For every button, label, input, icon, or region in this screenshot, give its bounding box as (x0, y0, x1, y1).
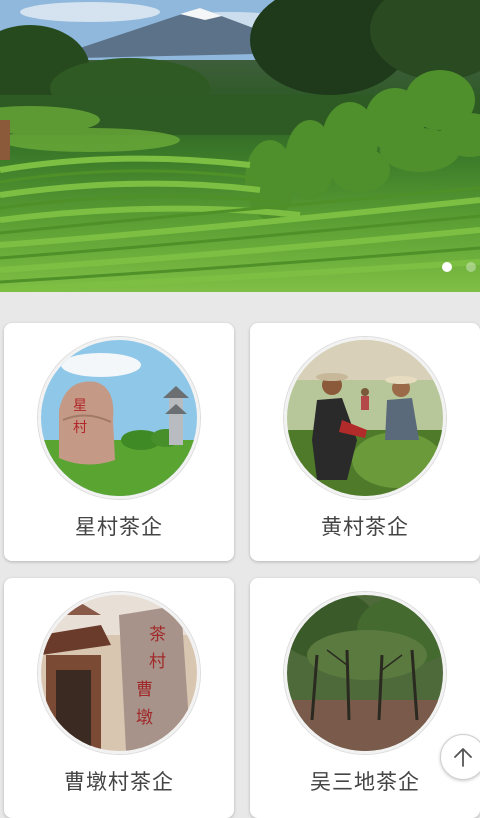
banner-carousel[interactable] (0, 0, 480, 292)
company-name: 星村茶企 (75, 515, 163, 539)
scroll-to-top-button[interactable] (440, 734, 480, 780)
banner-image (0, 0, 480, 292)
company-name: 黄村茶企 (321, 515, 409, 539)
company-name: 曹墩村茶企 (64, 770, 174, 794)
company-image-old-gate: 茶 村 曹 墩 (38, 592, 200, 754)
carousel-dot[interactable] (466, 262, 476, 272)
company-image-tea-forest (284, 592, 446, 754)
company-image-tea-pickers (284, 337, 446, 499)
svg-text:村: 村 (73, 420, 87, 436)
arrow-up-icon (454, 748, 472, 767)
svg-text:星: 星 (73, 398, 87, 414)
company-card[interactable]: 星 村 星村茶企 (4, 323, 234, 561)
svg-text:曹: 曹 (136, 680, 153, 700)
svg-text:墩: 墩 (136, 708, 153, 728)
company-card[interactable]: 黄村茶企 (250, 323, 480, 561)
company-image-rock-pavilion: 星 村 (38, 337, 200, 499)
svg-text:村: 村 (149, 652, 166, 672)
carousel-dot-active[interactable] (442, 262, 452, 272)
svg-text:茶: 茶 (149, 625, 166, 645)
company-card[interactable]: 吴三地茶企 (250, 578, 480, 818)
company-card[interactable]: 茶 村 曹 墩 曹墩村茶企 (4, 578, 234, 818)
carousel-indicator (442, 262, 476, 272)
company-grid: 星 村 星村茶企 黄村茶企 茶 村 曹 墩 曹墩村茶企 吴三地茶企 (0, 292, 480, 818)
